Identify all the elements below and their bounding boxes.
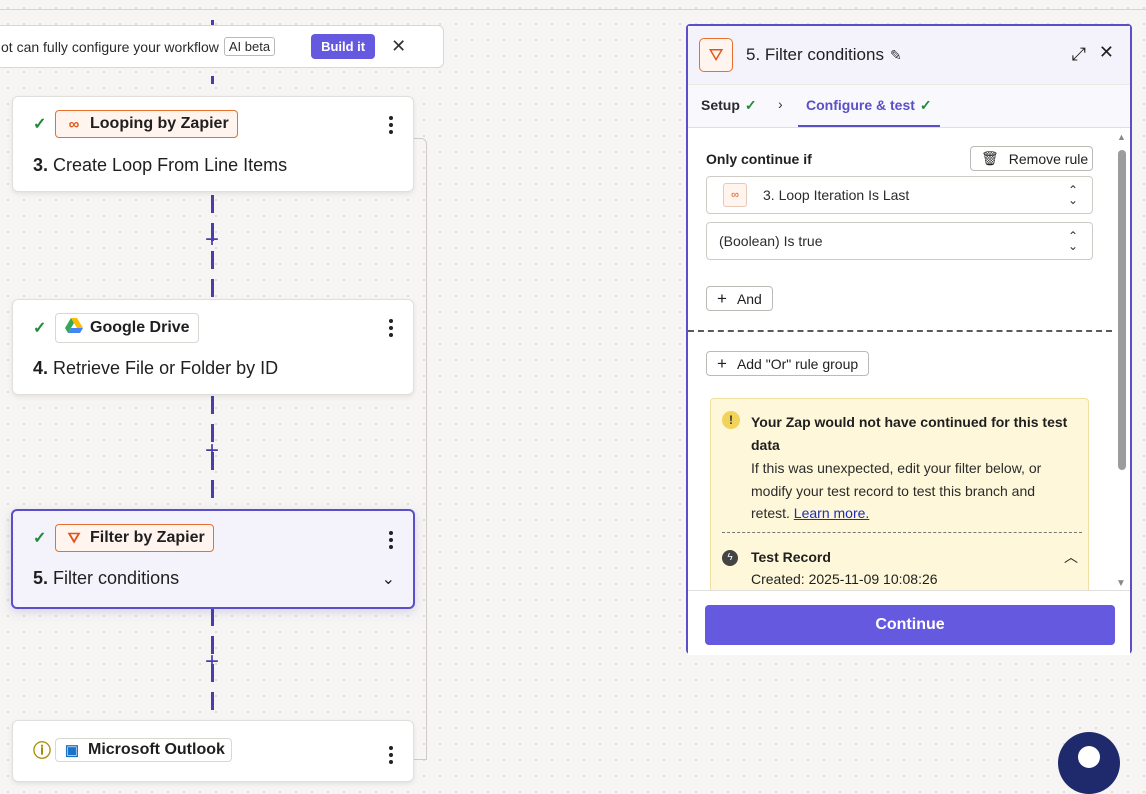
app-name: Google Drive [90,319,190,336]
check-icon: ✓ [919,97,932,113]
app-chip: Google Drive [55,313,199,343]
step-number: 3. [33,155,49,175]
step-number: 5. [33,568,49,588]
expand-icon[interactable]: ⤢ [1072,44,1086,65]
loop-icon: ∞ [723,183,747,207]
add-and-button[interactable]: + And [706,286,773,311]
ai-beta-badge: AI beta [223,37,276,56]
step-card-4[interactable]: ✓ Google Drive 4. Retrieve File or Folde… [12,299,414,395]
more-options-icon[interactable] [389,743,393,767]
or-group-label: Add "Or" rule group [736,355,859,372]
updown-icon: ⌃ ⌄ [1067,229,1078,253]
or-divider [688,330,1112,332]
tab-setup[interactable]: Setup ✓ [701,97,757,114]
app-name: Microsoft Outlook [88,741,225,758]
field-select-value: 3. Loop Iteration Is Last [763,187,910,203]
scroll-up-icon[interactable]: ▲ [1117,132,1126,142]
scroll-down-icon[interactable]: ▼ [1116,578,1126,589]
step-title: 4. Retrieve File or Folder by ID [33,358,278,379]
tab-label: Configure & test [806,97,915,113]
close-icon[interactable]: ✕ [1099,42,1114,63]
active-tab-indicator [798,125,940,127]
chevron-up-icon[interactable]: ︿ [1064,547,1078,567]
outlook-icon: ▣ [64,742,80,759]
test-result-alert: ! Your Zap would not have continued for … [710,398,1089,590]
panel-tabs: Setup ✓ › Configure & test ✓ [688,85,1130,128]
app-chip: ∞ Looping by Zapier [55,110,238,138]
learn-more-link[interactable]: Learn more. [794,505,869,521]
step-title-text: Create Loop From Line Items [53,155,288,175]
step-title-text: Retrieve File or Folder by ID [53,358,279,378]
chevron-down-icon[interactable]: ⌄ [382,569,395,589]
add-step-button[interactable]: + [202,228,222,252]
add-or-group-button[interactable]: + Add "Or" rule group [706,351,870,376]
check-icon: ✓ [744,97,757,113]
field-select[interactable]: ∞ 3. Loop Iteration Is Last ⌃ ⌄ [706,176,1093,214]
check-icon: ✓ [33,320,47,337]
more-options-icon[interactable] [389,113,393,137]
close-icon[interactable]: ✕ [391,36,406,57]
check-icon: ✓ [33,530,47,547]
filter-icon: ⛛ [67,529,81,547]
alert-body: If this was unexpected, edit your filter… [751,457,1071,525]
panel-body: Only continue if 🗑 Remove rule ∞ 3. Loop… [688,128,1112,590]
panel-footer: Continue [688,590,1130,655]
step-config-panel: ⛛ 5. Filter conditions ✎ ⤢ ✕ Setup ✓ › Co… [686,24,1132,655]
tab-configure-test[interactable]: Configure & test ✓ [806,97,932,114]
warning-icon: ! [722,411,740,429]
app-chip: ⛛ Filter by Zapier [55,524,214,552]
continue-button[interactable]: Continue [705,605,1115,645]
remove-rule-button[interactable]: 🗑 Remove rule [970,146,1093,171]
panel-title: 5. Filter conditions [746,45,884,64]
step-title: 3. Create Loop From Line Items [33,155,287,176]
alert-title: Your Zap would not have continued for th… [751,414,1068,453]
test-record-created: Created: 2025-11-09 10:08:26 [751,571,938,587]
condition-select[interactable]: (Boolean) Is true ⌃ ⌄ [706,222,1093,260]
banner-text: ot can fully configure your workflow [1,38,219,55]
add-step-button[interactable]: + [202,650,222,674]
google-drive-icon [64,318,84,338]
more-options-icon[interactable] [389,528,393,552]
alert-divider [722,532,1082,533]
add-step-button[interactable]: + [202,439,222,463]
remove-rule-label: Remove rule [1008,150,1089,167]
plus-icon: + [717,353,727,373]
panel-scrollbar[interactable]: ▲ ▼ [1114,130,1128,590]
loop-icon: ∞ [68,115,80,133]
condition-select-value: (Boolean) Is true [719,233,823,249]
updown-icon: ⌃ ⌄ [1067,183,1078,207]
ai-copilot-banner: ot can fully configure your workflow AI … [0,25,444,68]
scrollbar-thumb[interactable] [1118,150,1126,470]
help-chat-button[interactable] [1058,732,1120,794]
plus-icon: + [717,288,727,308]
step-card-5[interactable]: ✓ ⛛ Filter by Zapier 5. Filter condition… [11,509,415,609]
panel-header: ⛛ 5. Filter conditions ✎ ⤢ ✕ [688,26,1130,85]
tab-label: Setup [701,97,740,113]
bolt-icon: ϟ [722,550,738,566]
and-label: And [736,290,762,307]
step-card-3[interactable]: ✓ ∞ Looping by Zapier 3. Create Loop Fro… [12,96,414,192]
chevron-right-icon: › [778,96,783,112]
build-it-button[interactable]: Build it [311,34,376,59]
step-title: 5. Filter conditions [33,568,179,589]
app-name: Looping by Zapier [90,115,229,132]
loop-group-frame [400,138,427,760]
filter-icon: ⛛ [699,38,733,72]
warning-icon: ⓘ [33,741,51,761]
only-continue-label: Only continue if [706,151,812,167]
top-border [0,9,1146,10]
pencil-icon[interactable]: ✎ [890,47,902,64]
trash-icon: 🗑 [981,150,999,166]
step-card-6[interactable]: ⓘ ▣ Microsoft Outlook [12,720,414,782]
app-chip: ▣ Microsoft Outlook [55,738,232,762]
test-record-title: Test Record [751,549,831,565]
check-icon: ✓ [33,116,47,133]
step-number: 4. [33,358,49,378]
chat-icon [1078,746,1100,768]
app-name: Filter by Zapier [90,529,205,546]
more-options-icon[interactable] [389,316,393,340]
step-title-text: Filter conditions [53,568,180,588]
